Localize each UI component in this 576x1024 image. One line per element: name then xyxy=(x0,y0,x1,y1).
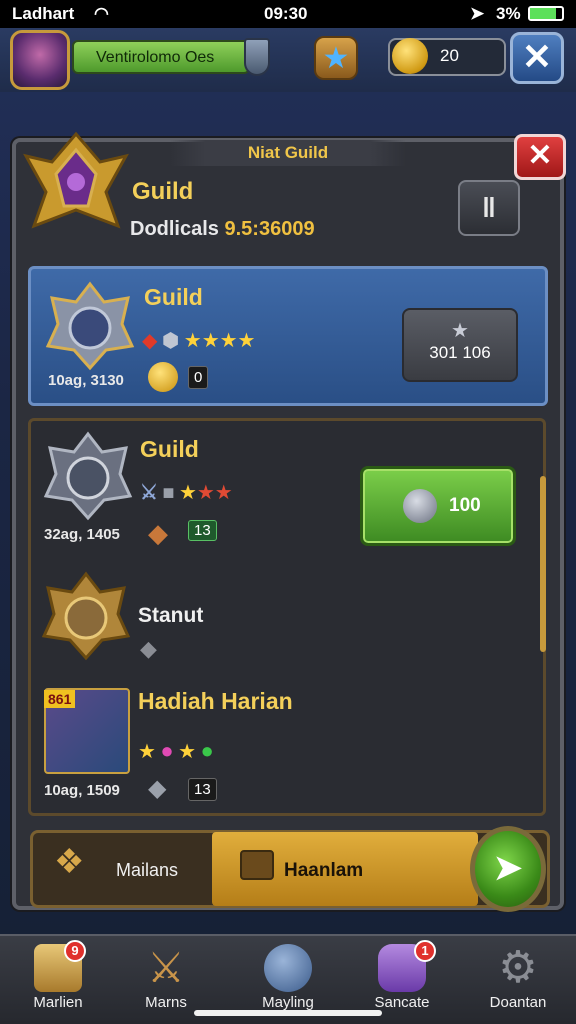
row4-title: Hadiah Harian xyxy=(138,688,293,714)
row4-chip: 13 xyxy=(188,778,217,801)
guild-stats-label: Dodlicals xyxy=(130,218,219,240)
gear-icon: ⚙ xyxy=(498,943,538,992)
panel-close-button[interactable]: ✕ xyxy=(514,134,566,180)
location-icon: ➤ xyxy=(470,4,485,23)
clock: 09:30 xyxy=(264,4,308,23)
row1-rewards: ◆ ⬢ ★★★★ xyxy=(142,328,255,353)
nav-mayling[interactable]: Mayling xyxy=(240,938,336,1020)
nav-marlien[interactable]: Marlien xyxy=(10,938,106,1020)
guild-stats-value: 9.5:36009 xyxy=(224,218,315,240)
guild-stats: Dodlicals 9.5:36009 xyxy=(130,218,315,241)
row1-button-label: 301 106 xyxy=(429,343,491,362)
star-icon: ★ xyxy=(138,741,156,763)
gold-coin-icon xyxy=(392,38,428,74)
bronze-badge-icon xyxy=(41,571,131,661)
tab-mailans[interactable]: Mailans xyxy=(116,860,178,881)
rank-shield-icon xyxy=(244,38,270,76)
pink-orb-icon: ● xyxy=(160,738,174,763)
list-scrollbar[interactable] xyxy=(540,476,546,652)
star-gem-icon[interactable]: ★ xyxy=(314,36,358,80)
row1-title: Guild xyxy=(144,284,203,310)
nav-sancate-label: Sancate xyxy=(374,994,430,1011)
nav-marns[interactable]: ⚔ Marns xyxy=(118,938,214,1020)
player-avatar[interactable] xyxy=(10,30,70,90)
status-bar: Ladhart ◠ 09:30 ➤ 3% xyxy=(0,0,576,28)
nav-marlien-badge: 9 xyxy=(64,940,86,962)
ore-icon: ◆ xyxy=(148,775,167,802)
home-indicator[interactable] xyxy=(194,1010,382,1016)
row4-sub: 10ag, 1509 xyxy=(44,782,120,799)
silver-coin-icon xyxy=(403,489,437,523)
nav-doantan[interactable]: ⚙ Doantan xyxy=(470,938,566,1020)
star-icon: ★ xyxy=(451,320,469,342)
arrow-right-icon: ➤ xyxy=(493,849,523,887)
row4-rewards: ★ ● ★ ● xyxy=(138,738,214,764)
row2-chip: 13 xyxy=(188,520,217,541)
carrier-label: Ladhart xyxy=(12,4,75,23)
row2-title: Guild xyxy=(140,436,199,462)
hud-close-button[interactable]: ✕ xyxy=(510,32,564,84)
silver-badge-icon xyxy=(45,281,135,371)
book-icon xyxy=(240,850,274,880)
row1-sub: 10ag, 3130 xyxy=(48,372,124,389)
row2-sub: 32ag, 1405 xyxy=(44,526,120,543)
gem-icon: ◆ xyxy=(140,636,157,661)
bag-icon: ❖ xyxy=(54,843,85,881)
panel-title: Niat Guild xyxy=(170,140,406,166)
player-name[interactable]: Ventirolomo Oes xyxy=(72,40,250,74)
row2-button-label: 100 xyxy=(449,495,481,516)
silver-hex-icon: ⬢ xyxy=(161,330,180,352)
battery-icon xyxy=(528,6,564,21)
guild-emblem-icon xyxy=(23,131,129,229)
wifi-icon: ◠ xyxy=(94,4,109,23)
go-button[interactable]: ➤ xyxy=(470,826,546,912)
ruby-icon: ◆ xyxy=(142,330,158,352)
globe-icon xyxy=(264,944,312,992)
star-icon: ★★★★ xyxy=(183,330,256,352)
coin-icon xyxy=(148,362,178,392)
row1-chip: 0 xyxy=(188,366,209,389)
row3-title: Stanut xyxy=(138,604,204,627)
row2-rewards: ⚔ ■ ★★★ xyxy=(140,480,233,505)
pause-button[interactable]: ‖ xyxy=(458,180,520,236)
nav-doantan-label: Doantan xyxy=(489,994,547,1011)
tab-haanlam[interactable]: Haanlam xyxy=(284,860,363,882)
row2-claim-button[interactable]: 100 xyxy=(360,466,516,546)
row1-action-button[interactable]: ★ 301 106 xyxy=(402,308,518,382)
star-icon: ★ xyxy=(178,741,197,763)
ingot-icon: ■ xyxy=(162,482,175,504)
nav-mayling-label: Mayling xyxy=(262,994,314,1011)
sword-icon: ⚔ xyxy=(140,482,158,504)
red-star-icon: ★★ xyxy=(196,482,233,504)
ore-icon: ◆ xyxy=(148,518,168,548)
guild-name: Guild xyxy=(132,178,194,205)
steel-badge-icon xyxy=(43,431,133,521)
crossed-swords-icon: ⚔ xyxy=(147,944,185,991)
green-orb-icon: ● xyxy=(200,738,214,763)
nav-marlien-label: Marlien xyxy=(33,994,83,1011)
battery-label: 3% xyxy=(496,4,521,23)
gold-value: 20 xyxy=(440,46,459,65)
nav-marns-label: Marns xyxy=(145,994,187,1011)
nav-sancate-badge: 1 xyxy=(414,940,436,962)
star-icon: ★ xyxy=(178,482,197,504)
row4-tag: 861 xyxy=(44,690,76,708)
